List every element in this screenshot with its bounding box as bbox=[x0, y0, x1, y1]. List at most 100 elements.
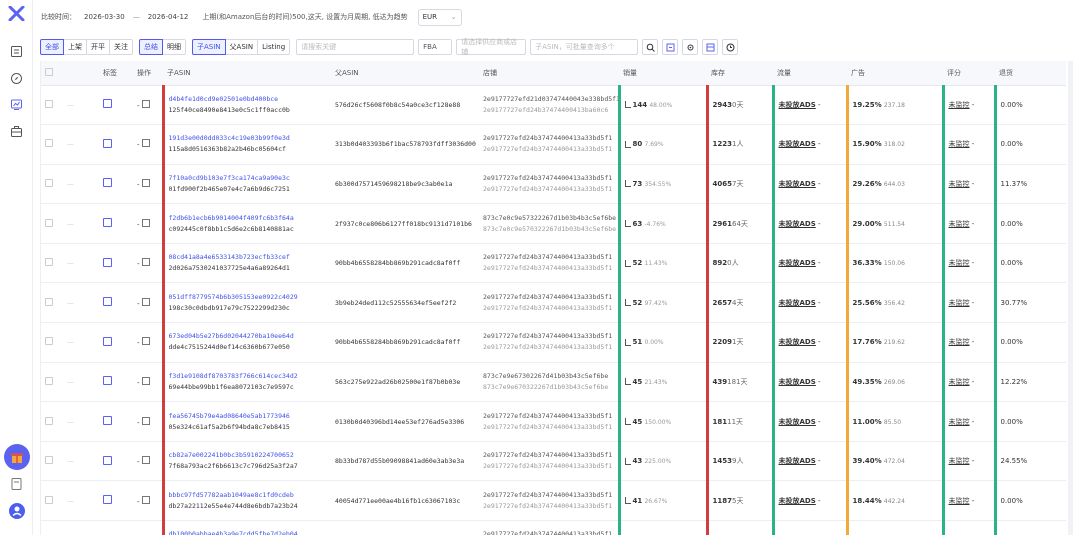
sub-asin-cell[interactable]: db100b0abbae4b3a9e7cdd5fbe7d2eb040483d1f… bbox=[161, 520, 332, 535]
export-button[interactable] bbox=[662, 39, 679, 55]
tag-icon[interactable] bbox=[99, 164, 133, 205]
col-rating[interactable]: 评分 bbox=[943, 61, 995, 86]
sub-asin-link[interactable]: 08cd41a8a4e6533143b723ecfb33cef bbox=[169, 252, 332, 263]
row-checkbox[interactable] bbox=[41, 203, 63, 244]
table-row[interactable]: — - 7f10a0cd9b103e7f3ca174ca9a90e3c 01fd90… bbox=[41, 164, 1066, 205]
rating-cell[interactable]: 未监控 - bbox=[941, 322, 995, 363]
traffic-cell[interactable]: 未投放ADS - bbox=[771, 520, 847, 535]
tag-icon[interactable] bbox=[99, 480, 133, 522]
col-action[interactable]: 操作 bbox=[133, 61, 163, 86]
action-cell[interactable]: - bbox=[133, 282, 163, 324]
row-checkbox[interactable] bbox=[41, 441, 63, 482]
tag-icon[interactable] bbox=[99, 124, 133, 165]
supplier-filter[interactable]: 请选择供应商或店铺 bbox=[456, 38, 527, 56]
dashboard-icon[interactable] bbox=[10, 45, 23, 58]
tab-listed[interactable]: 上架 bbox=[63, 39, 87, 55]
row-checkbox[interactable] bbox=[41, 362, 63, 403]
date-to[interactable]: 2026-04-12 bbox=[144, 13, 193, 21]
search-button[interactable] bbox=[642, 39, 659, 55]
favorite-icon[interactable] bbox=[141, 258, 150, 267]
traffic-cell[interactable]: 未投放ADS - bbox=[771, 282, 847, 324]
table-row[interactable]: — - bbbc97fd57782aab1049ae8c1fd0cdeb db27a… bbox=[41, 480, 1066, 522]
tab-follow[interactable]: 关注 bbox=[109, 39, 133, 55]
history-button[interactable] bbox=[722, 39, 739, 55]
favorite-icon[interactable] bbox=[141, 376, 150, 385]
traffic-cell[interactable]: 未投放ADS - bbox=[771, 362, 847, 403]
currency-select[interactable]: EUR ⌄ bbox=[417, 8, 462, 26]
row-checkbox[interactable] bbox=[41, 401, 63, 442]
sub-asin-cell[interactable]: 7f10a0cd9b103e7f3ca174ca9a90e3c 01fd900f2… bbox=[161, 164, 332, 205]
favorite-icon[interactable] bbox=[141, 495, 150, 504]
table-row[interactable]: — - 08cd41a8a4e6533143b723ecfb33cef 2d026a… bbox=[41, 243, 1066, 284]
table-row[interactable]: — - db100b0abbae4b3a9e7cdd5fbe7d2eb040483… bbox=[41, 520, 1066, 535]
traffic-cell[interactable]: 未投放ADS - bbox=[771, 124, 847, 165]
action-cell[interactable]: - bbox=[133, 124, 163, 165]
row-checkbox[interactable] bbox=[41, 322, 63, 363]
settings-button[interactable] bbox=[682, 39, 699, 55]
sub-asin-link[interactable]: 7f10a0cd9b103e7f3ca174ca9a90e3c bbox=[169, 173, 332, 184]
rating-cell[interactable]: 未监控 - bbox=[941, 480, 995, 522]
tag-icon[interactable] bbox=[99, 362, 133, 403]
table-row[interactable]: — - 191d3e00d0dd033c4c19e03b99f0e3d 115a8d… bbox=[41, 124, 1066, 165]
col-parent-asin[interactable]: 父ASIN bbox=[331, 61, 479, 86]
tag-icon[interactable] bbox=[99, 441, 133, 482]
sub-asin-cell[interactable]: 191d3e00d0dd033c4c19e03b99f0e3d 115a8d051… bbox=[161, 124, 331, 165]
table-row[interactable]: — - fea56745b79e4ad08640e5ab1773946 05e324… bbox=[41, 401, 1066, 442]
rating-cell[interactable]: 未监控 - bbox=[941, 441, 995, 482]
action-cell[interactable]: - bbox=[133, 401, 163, 442]
col-sub-asin[interactable]: 子ASIN bbox=[163, 61, 331, 86]
select-all-checkbox[interactable] bbox=[41, 61, 63, 86]
favorite-icon[interactable] bbox=[141, 178, 150, 187]
sub-asin-cell[interactable]: bbbc97fd57782aab1049ae8c1fd0cdeb db27a221… bbox=[161, 480, 331, 522]
traffic-cell[interactable]: 未投放ADS - bbox=[771, 401, 847, 442]
sub-asin-link[interactable]: 673ed04b5e27b6d02044270ba10ee64d bbox=[169, 331, 332, 342]
action-cell[interactable]: - bbox=[133, 164, 163, 205]
briefcase-icon[interactable] bbox=[10, 125, 23, 138]
action-cell[interactable]: - bbox=[133, 520, 163, 535]
rating-cell[interactable]: 未监控 - bbox=[941, 520, 995, 535]
rating-cell[interactable]: 未监控 - bbox=[941, 243, 995, 284]
table-row[interactable]: — - f3d1e9108df8703783f766c614cec34d2 69e4… bbox=[41, 362, 1066, 403]
favorite-icon[interactable] bbox=[141, 139, 150, 148]
favorite-icon[interactable] bbox=[141, 456, 150, 465]
sub-asin-cell[interactable]: 08cd41a8a4e6533143b723ecfb33cef 2d026a753… bbox=[161, 243, 332, 284]
tab-open[interactable]: 开平 bbox=[86, 39, 110, 55]
asin-batch-input[interactable]: 子ASIN，可批量查询多个 bbox=[530, 39, 639, 55]
table-row[interactable]: — - cb82a7e002241b0bc3b5910224700652 7f68a… bbox=[41, 441, 1066, 482]
tag-icon[interactable] bbox=[99, 243, 133, 284]
rating-cell[interactable]: 未监控 - bbox=[941, 124, 995, 165]
traffic-cell[interactable]: 未投放ADS - bbox=[771, 85, 847, 126]
date-from[interactable]: 2026-03-30 bbox=[80, 13, 129, 21]
sub-asin-cell[interactable]: cb82a7e002241b0bc3b5910224700652 7f68a793… bbox=[161, 441, 331, 482]
sub-asin-cell[interactable]: 673ed04b5e27b6d02044270ba10ee64d dde4c751… bbox=[161, 322, 332, 363]
sub-asin-link[interactable]: db100b0abbae4b3a9e7cdd5fbe7d2eb04 bbox=[169, 529, 332, 535]
search-input[interactable]: 请搜索关键 bbox=[296, 39, 415, 55]
traffic-cell[interactable]: 未投放ADS - bbox=[771, 243, 847, 284]
tag-icon[interactable] bbox=[99, 401, 133, 442]
columns-button[interactable] bbox=[702, 39, 719, 55]
fba-filter[interactable]: FBA bbox=[418, 39, 453, 55]
col-store[interactable]: 店铺 bbox=[479, 61, 619, 86]
table-row[interactable]: — - 051dff8779574b6b305153ee0922c4029 198c… bbox=[41, 282, 1066, 324]
sub-asin-link[interactable]: 051dff8779574b6b305153ee0922c4029 bbox=[169, 292, 332, 303]
sub-asin-link[interactable]: f2db6b1ecb6b9014004f409fc6b3f64a bbox=[169, 213, 332, 224]
traffic-cell[interactable]: 未投放ADS - bbox=[771, 480, 847, 522]
tab-parent-asin[interactable]: 父ASIN bbox=[224, 39, 259, 55]
table-row[interactable]: — - f2db6b1ecb6b9014004f409fc6b3f64a c0924… bbox=[41, 203, 1066, 244]
row-checkbox[interactable] bbox=[41, 480, 63, 522]
action-cell[interactable]: - bbox=[133, 203, 163, 244]
traffic-cell[interactable]: 未投放ADS - bbox=[771, 441, 847, 482]
favorite-icon[interactable] bbox=[141, 416, 150, 425]
tag-icon[interactable] bbox=[99, 520, 133, 535]
col-inventory[interactable]: 库存 bbox=[707, 61, 773, 86]
sub-asin-cell[interactable]: 051dff8779574b6b305153ee0922c4029 198c30c… bbox=[161, 282, 332, 324]
action-cell[interactable]: - bbox=[133, 441, 163, 482]
favorite-icon[interactable] bbox=[141, 337, 150, 346]
tab-sub-asin[interactable]: 子ASIN bbox=[192, 39, 226, 55]
rating-cell[interactable]: 未监控 - bbox=[941, 203, 995, 244]
col-sales[interactable]: 销量 bbox=[619, 61, 707, 86]
tab-summary[interactable]: 总结 bbox=[139, 39, 163, 55]
rating-cell[interactable]: 未监控 - bbox=[941, 401, 995, 442]
action-cell[interactable]: - bbox=[133, 243, 163, 284]
rating-cell[interactable]: 未监控 - bbox=[941, 85, 995, 126]
